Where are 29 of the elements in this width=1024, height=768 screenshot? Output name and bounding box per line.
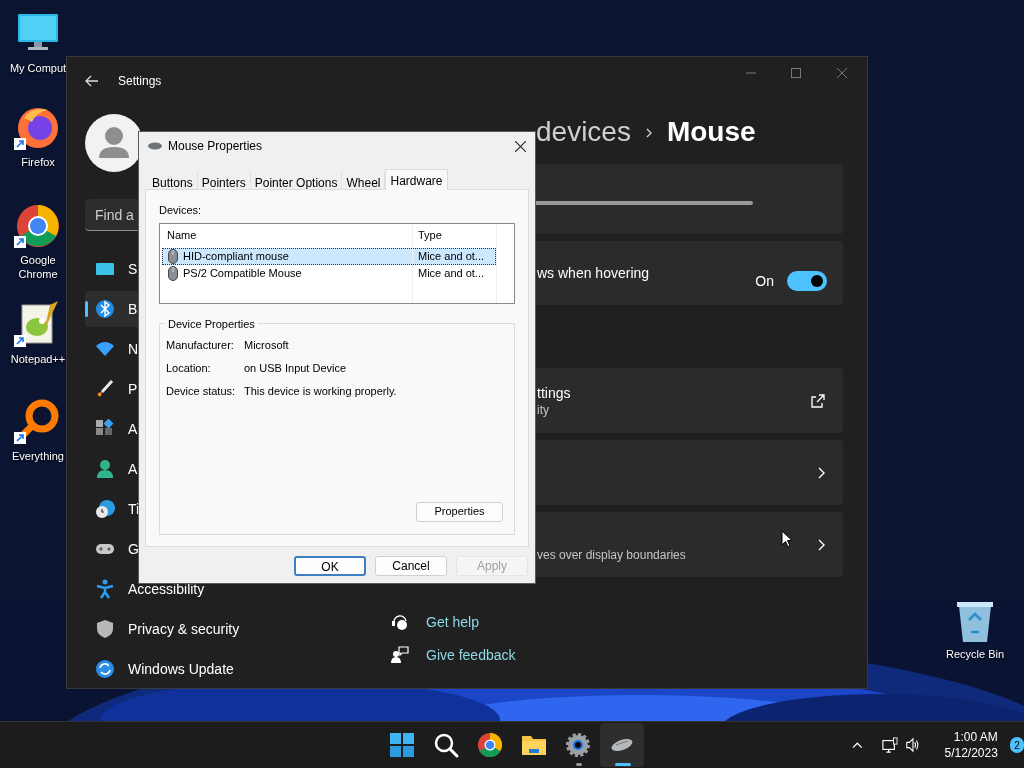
property-label: Location:: [166, 360, 212, 376]
card-title: ws when hovering: [537, 263, 650, 283]
property-value: Microsoft: [244, 337, 289, 353]
nav-label: B: [128, 299, 138, 319]
nav-label: Windows Update: [128, 659, 234, 679]
card-subtitle: ves over display boundaries: [537, 546, 686, 563]
nav-label: S: [128, 259, 138, 279]
dialog-title: Mouse Properties: [168, 138, 263, 155]
nav-label: N: [128, 339, 139, 359]
devices-label: Devices:: [159, 203, 203, 218]
card-subtitle: ity: [537, 401, 550, 418]
toggle-state-label: On: [755, 271, 774, 291]
nav-label: Privacy & security: [128, 619, 240, 639]
property-value: on USB Input Device: [244, 360, 347, 376]
nav-label: P: [128, 379, 138, 399]
nav-label: Accessibility: [128, 579, 205, 599]
nav-label: Ti: [128, 499, 140, 519]
nav-label: G: [128, 539, 139, 559]
page-title: Mouse: [666, 115, 756, 149]
card-title: ttings: [537, 383, 571, 402]
device-type: Mice and ot...: [418, 248, 485, 264]
nav-label: A: [128, 419, 138, 439]
window-title: Settings: [118, 73, 162, 90]
device-name: HID-compliant mouse: [183, 248, 290, 264]
property-label: Manufacturer:: [166, 337, 235, 353]
nav-label: A: [128, 459, 138, 479]
property-label: Device status:: [166, 383, 237, 399]
device-type: Mice and ot...: [418, 265, 485, 281]
device-name: PS/2 Compatible Mouse: [183, 265, 303, 281]
